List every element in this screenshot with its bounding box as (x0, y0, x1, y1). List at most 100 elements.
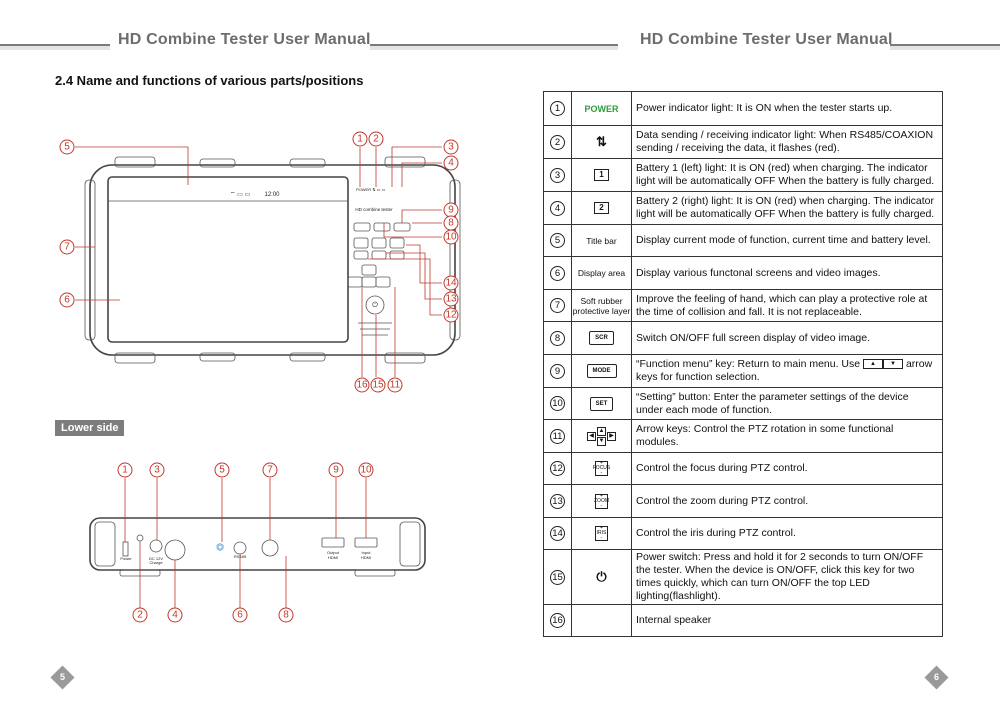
lower-callout-5: 5 (214, 462, 230, 478)
svg-text:10: 10 (360, 465, 372, 476)
row-number: 3 (550, 167, 565, 183)
svg-text:7: 7 (267, 465, 273, 476)
table-row: 15 ⏻ Power switch: Press and hold it for 2… (544, 549, 942, 604)
row-number: 5 (550, 233, 565, 248)
table-row: 13 + ZOOM - Control the zoom during PTZ cont… (544, 484, 942, 517)
row-description: Battery 1 (left) light: It is ON (red) w… (636, 162, 935, 187)
row-number-cell: 6 (544, 257, 572, 289)
svg-text:5: 5 (219, 465, 225, 476)
header-shade-left (0, 46, 110, 50)
callout-4: 4 (443, 155, 459, 171)
audio-port (261, 539, 279, 557)
row-icon-cell: POWER (572, 92, 632, 125)
row-description: Control the iris during PTZ control. (636, 527, 796, 539)
device-name-label: HD combine tester (355, 207, 393, 212)
table-row: 14 + IRIS - Control the iris during PTZ cont… (544, 517, 942, 549)
svg-text:9: 9 (448, 205, 454, 216)
wifi-battery-icons: ⌔ ▭ ▭ (230, 192, 251, 198)
arrow-down-key (361, 276, 377, 288)
svg-text:6: 6 (64, 295, 70, 306)
iris-minus-key (389, 250, 405, 260)
focus-key (353, 237, 369, 249)
hdmi-input-port (354, 537, 378, 548)
dc-in-port (149, 539, 163, 553)
ptz-key-icon: + IRIS - (595, 525, 608, 541)
mode-key (353, 222, 371, 232)
row-number-cell: 10 (544, 388, 572, 419)
svg-text:2: 2 (373, 134, 379, 145)
svg-text:2: 2 (137, 610, 143, 621)
svg-text:7: 7 (64, 242, 70, 253)
power-switch-icon: ⏻ (596, 569, 607, 584)
row-number: 11 (550, 428, 565, 444)
row-description: “Setting” button: Enter the parameter se… (636, 390, 909, 416)
ptz-key-icon: + ZOOM - (594, 492, 609, 509)
data-transfer-icon: ⇅ (596, 134, 607, 149)
table-row: 9 MODE “Function menu” key: Return to main… (544, 354, 942, 387)
row-number-cell: 7 (544, 290, 572, 321)
row-description: Battery 2 (right) light: It is ON (red) … (636, 195, 935, 220)
row-icon-cell: + FOCUS - (572, 453, 632, 484)
row-number: 8 (550, 330, 565, 346)
callout-2: 2 (368, 131, 384, 147)
row-description: Control the focus during PTZ control. (636, 462, 808, 474)
row-number-cell: 2 (544, 126, 572, 158)
row-number: 2 (550, 134, 565, 150)
top-bump-2 (199, 158, 236, 168)
lower-callout-8: 8 (278, 607, 294, 623)
row-icon-cell: 2 (572, 192, 632, 224)
arrow-down-key-icon: ▼ (883, 359, 904, 370)
svg-text:14: 14 (445, 278, 457, 289)
row-number: 14 (550, 526, 565, 541)
lower-right-rubber (399, 521, 421, 567)
svg-text:16: 16 (356, 380, 368, 391)
svg-text:3: 3 (448, 142, 454, 153)
key-icon: MODE (586, 364, 617, 378)
callout-16: 16 (354, 377, 370, 393)
callout-10: 10 (443, 229, 459, 245)
arrow-right-key (375, 276, 391, 288)
row-number-cell: 15 (544, 550, 572, 604)
hdmi-output-port (321, 537, 345, 548)
iris-key (389, 237, 405, 249)
row-number-cell: 5 (544, 225, 572, 256)
table-row: 12 + FOCUS - Control the focus during PTZ co… (544, 452, 942, 484)
row-number: 16 (550, 613, 565, 628)
row-number: 6 (550, 265, 565, 281)
row-number-cell: 1 (544, 92, 572, 125)
row-number-cell: 4 (544, 192, 572, 224)
top-bump-3 (289, 158, 326, 168)
svg-text:1: 1 (357, 134, 363, 145)
row-icon-cell: 1 (572, 159, 632, 191)
leader-13 (386, 252, 442, 300)
key-icon: SET (589, 396, 614, 411)
part-name: Title bar (586, 235, 617, 246)
power-symbol-icon: ⏻ (372, 301, 378, 309)
arrow-left-key (347, 276, 363, 288)
svg-text:3: 3 (154, 465, 160, 476)
arrow-keys-icon: ◀ ▲ ▼ ▶ (587, 426, 616, 446)
power-switch (122, 541, 129, 557)
row-icon-cell: SET (572, 388, 632, 419)
lower-foot-right (354, 569, 396, 577)
leader-9 (401, 209, 442, 223)
usb-icon: ⏣ (216, 542, 224, 552)
header-title-left: HD Combine Tester User Manual (118, 31, 371, 48)
table-row: 1 POWER Power indicator light: It is ON wh… (544, 92, 942, 125)
port-label-output-hdmi: HDMI (328, 555, 338, 560)
table-row: 4 2 Battery 2 (right) light: It is ON (red… (544, 191, 942, 224)
row-description: Improve the feeling of hand, which can p… (636, 292, 928, 318)
lower-callout-9: 9 (328, 462, 344, 478)
leader-10 (383, 223, 442, 238)
row-icon-cell: + IRIS - (572, 518, 632, 549)
row-icon-cell: Soft rubber protective layer (572, 290, 632, 321)
table-row: 5 Title bar Display current mode of functi… (544, 224, 942, 256)
row-icon-cell: SCR (572, 322, 632, 354)
rs485-port (233, 541, 247, 555)
svg-text:8: 8 (283, 610, 289, 621)
status-time: 12:00 (264, 192, 280, 198)
row-icon-cell: MODE (572, 355, 632, 387)
focus-minus-key (353, 250, 369, 260)
lower-side-diagram: ⏣ Power DC 12V Charge RS485 Output HDMI … (89, 462, 426, 623)
table-row: 3 1 Battery 1 (left) light: It is ON (red)… (544, 158, 942, 191)
